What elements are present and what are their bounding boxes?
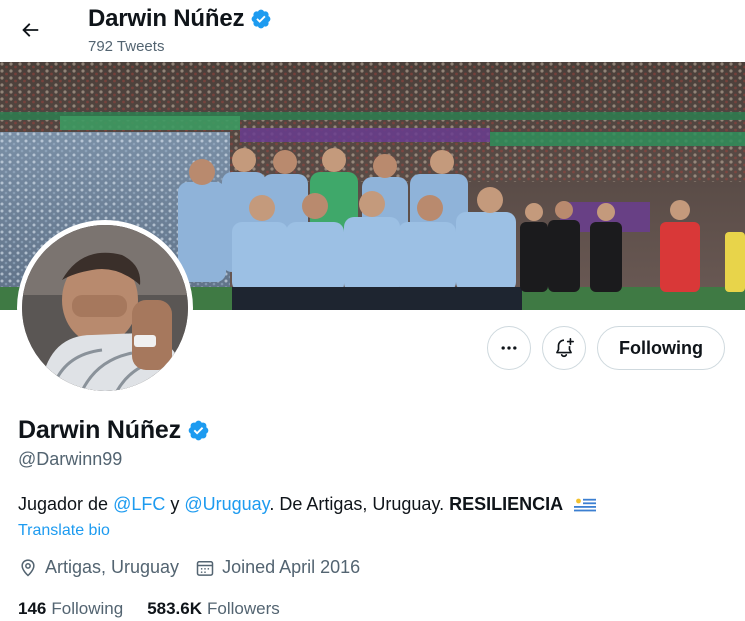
bio-text: y (165, 494, 185, 514)
following-stat[interactable]: 146 Following (18, 599, 123, 619)
top-bar: Darwin Núñez 792 Tweets (0, 0, 745, 62)
following-count: 146 (18, 599, 47, 618)
bio-bold-text: RESILIENCIA (449, 494, 564, 514)
joined-item: Joined April 2016 (195, 557, 360, 578)
location-item: Artigas, Uruguay (18, 557, 179, 578)
location-pin-icon (21, 558, 35, 577)
arrow-left-icon (22, 23, 39, 37)
following-label: Following (51, 599, 124, 618)
verified-badge-icon[interactable] (187, 419, 210, 442)
profile-bio: Jugador de @LFC y @Uruguay. De Artigas, … (18, 494, 597, 515)
joined-text: Joined April 2016 (222, 557, 361, 577)
bio-mention-lfc[interactable]: @LFC (113, 494, 165, 514)
bio-text: . De Artigas, Uruguay. (269, 494, 450, 514)
profile-handle: @Darwinn99 (18, 449, 123, 469)
more-button[interactable] (487, 326, 531, 370)
bio-mention-uruguay[interactable]: @Uruguay (184, 494, 269, 514)
follow-stats: 146 Following 583.6K Followers (18, 599, 304, 619)
profile-display-name: Darwin Núñez (18, 416, 210, 445)
more-icon (501, 346, 517, 350)
bio-text: Jugador de (18, 494, 114, 514)
verified-badge-icon (251, 9, 271, 29)
tweet-count: 792 Tweets (88, 38, 165, 55)
notify-button[interactable] (542, 326, 586, 370)
following-button[interactable]: Following (597, 326, 725, 370)
header-title: Darwin Núñez (88, 5, 272, 33)
location-text: Artigas, Uruguay (45, 557, 180, 577)
followers-count: 583.6K (147, 599, 203, 618)
calendar-icon (196, 560, 214, 576)
profile-name-text: Darwin Núñez (18, 416, 181, 444)
followers-stat[interactable]: 583.6K Followers (147, 599, 280, 619)
header-name: Darwin Núñez (88, 5, 245, 32)
uruguay-flag-icon (574, 497, 597, 513)
avatar-image (22, 225, 188, 391)
profile-avatar[interactable] (17, 220, 193, 396)
followers-label: Followers (207, 599, 280, 618)
translate-bio-link[interactable]: Translate bio (18, 522, 110, 540)
back-button[interactable] (12, 12, 48, 48)
bell-plus-icon (556, 338, 574, 358)
profile-meta: Artigas, Uruguay Joined April 2016 (18, 557, 376, 578)
